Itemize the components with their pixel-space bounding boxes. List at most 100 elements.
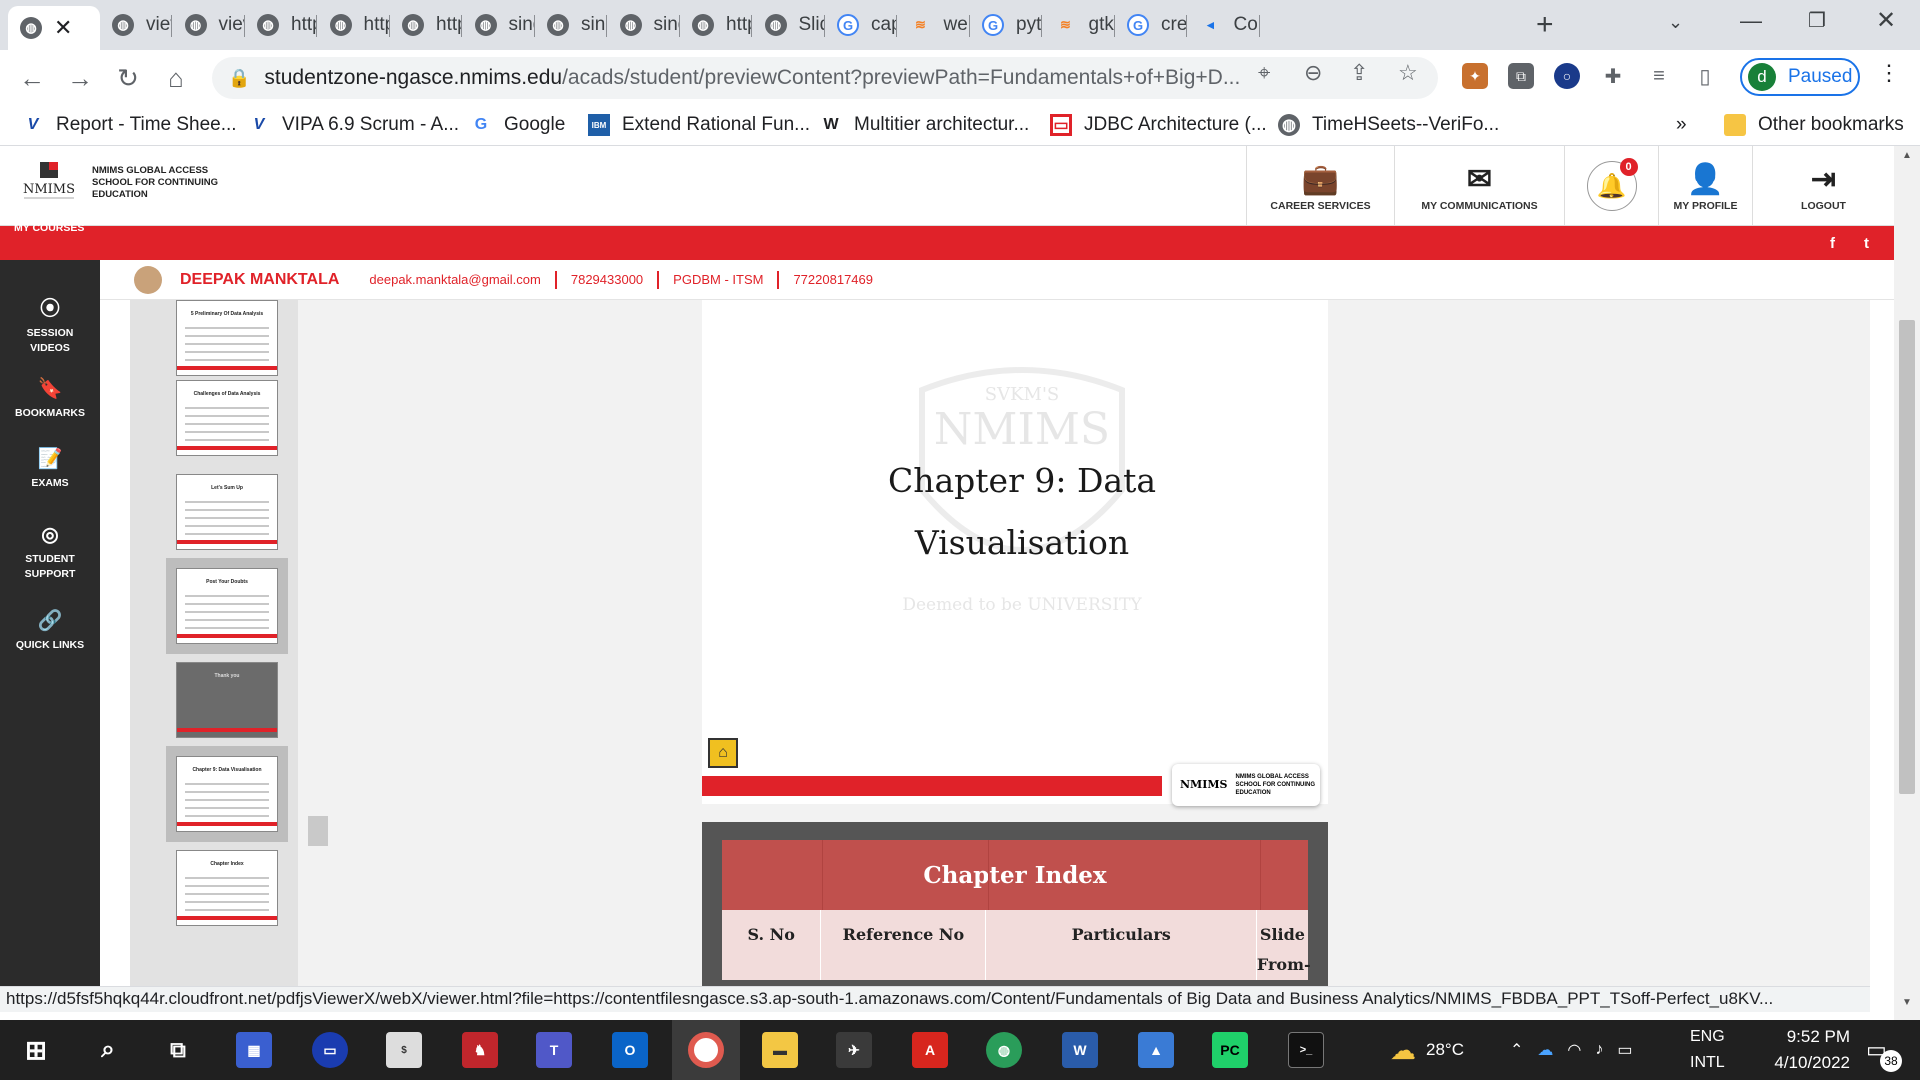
language-indicator[interactable]: ENG INTL: [1690, 1020, 1725, 1080]
star-icon[interactable]: ☆: [1398, 60, 1418, 86]
extensions-puzzle-icon[interactable]: ✚: [1600, 63, 1626, 89]
pycharm-icon[interactable]: PC: [1212, 1032, 1248, 1068]
bookmark-1[interactable]: V VIPA 6.9 Scrum - A...: [248, 114, 459, 136]
new-tab-button[interactable]: +: [1536, 8, 1554, 42]
close-window-button[interactable]: ✕: [1876, 6, 1896, 35]
thumbnail-scroll-handle[interactable]: [308, 816, 328, 846]
bookmark-0[interactable]: V Report - Time Shee...: [22, 114, 237, 136]
file-explorer-icon[interactable]: ▬: [762, 1032, 798, 1068]
app-globe-icon[interactable]: ◍: [986, 1032, 1022, 1068]
tab-13[interactable]: Gpytl: [970, 6, 1042, 44]
tab-8[interactable]: ◍ sing: [608, 6, 680, 44]
sidebar-student-support[interactable]: ◎ STUDENT SUPPORT: [0, 522, 100, 582]
tab-close-icon[interactable]: ✕: [54, 15, 72, 41]
slide-thumbnail[interactable]: Chapter 9: Data Visualisation: [166, 746, 288, 842]
home-button[interactable]: ⌂: [160, 62, 192, 94]
facebook-icon[interactable]: f: [1830, 235, 1835, 252]
extension-3-icon[interactable]: ○: [1554, 63, 1580, 89]
restore-button[interactable]: ❐: [1808, 8, 1826, 33]
tab-3[interactable]: ◍ http: [245, 6, 317, 44]
tab-10[interactable]: ◍ Slid: [753, 6, 825, 44]
twitter-icon[interactable]: t: [1864, 235, 1869, 252]
slide-thumbnail[interactable]: Let's Sum Up: [176, 474, 278, 550]
tab-16[interactable]: ◂ Cor: [1188, 6, 1260, 44]
profile-button[interactable]: d Paused: [1740, 58, 1860, 96]
thumbnail-panel[interactable]: 5 Preliminary Of Data Analysis Challenges…: [130, 300, 298, 986]
tab-7[interactable]: ◍ sing: [535, 6, 607, 44]
battery-icon[interactable]: ▭: [1617, 1040, 1632, 1060]
terminal-icon[interactable]: >_: [1288, 1032, 1324, 1068]
nav-my-communications[interactable]: ✉ MY COMMUNICATIONS: [1394, 146, 1564, 226]
extension-1-icon[interactable]: ✦: [1462, 63, 1488, 89]
extension-2-icon[interactable]: ⧉: [1508, 63, 1534, 89]
bookmarks-overflow[interactable]: »: [1676, 114, 1687, 136]
bookmark-2[interactable]: G Google: [470, 114, 566, 136]
zoom-icon[interactable]: ⊖: [1304, 60, 1322, 86]
location-icon[interactable]: ⌖: [1258, 60, 1270, 86]
tab-12[interactable]: ≋ wel: [898, 6, 970, 44]
teams-icon[interactable]: T: [536, 1032, 572, 1068]
media-control-icon[interactable]: ≡: [1646, 63, 1672, 89]
nav-career-services[interactable]: 💼 CAREER SERVICES: [1246, 146, 1394, 226]
forward-button[interactable]: →: [64, 62, 96, 94]
page-scrollbar[interactable]: ▲: [1894, 146, 1920, 986]
other-bookmarks[interactable]: Other bookmarks: [1724, 114, 1904, 136]
bookmark-5[interactable]: ▭ JDBC Architecture (...: [1050, 114, 1267, 136]
weather-widget[interactable]: ☁ 28°C: [1390, 1020, 1464, 1080]
clock[interactable]: 9:52 PM 4/10/2022: [1770, 1020, 1850, 1080]
outlook-icon[interactable]: O: [612, 1032, 648, 1068]
side-panel-icon[interactable]: ▯: [1692, 63, 1718, 89]
app-bird-icon[interactable]: ✈: [836, 1032, 872, 1068]
nav-logout[interactable]: ⇥ LOGOUT: [1752, 146, 1894, 226]
tab-2[interactable]: ◍ viev: [173, 6, 245, 44]
start-button[interactable]: ⊞: [18, 1032, 54, 1068]
chevron-up-icon[interactable]: ⌃: [1510, 1040, 1523, 1060]
app-grid-icon[interactable]: ▦: [236, 1032, 272, 1068]
menu-icon[interactable]: ⋮: [1878, 60, 1900, 86]
home-icon[interactable]: ⌂: [708, 738, 738, 768]
slide-thumbnail[interactable]: 5 Preliminary Of Data Analysis: [176, 300, 278, 376]
slide-thumbnail[interactable]: Post Your Doubts: [166, 558, 288, 654]
slide-thumbnail[interactable]: Thank you: [176, 662, 278, 738]
tab-4[interactable]: ◍ http: [318, 6, 390, 44]
tab-11[interactable]: Gcap: [825, 6, 897, 44]
word-icon[interactable]: W: [1062, 1032, 1098, 1068]
nav-my-profile[interactable]: 👤 MY PROFILE: [1658, 146, 1752, 226]
tab-1[interactable]: ◍ viev: [100, 6, 172, 44]
bookmark-3[interactable]: IBM Extend Rational Fun...: [588, 114, 810, 136]
tab-active[interactable]: ◍ ✕: [8, 6, 100, 50]
address-bar[interactable]: 🔒 studentzone-ngasce.nmims.edu/acads/stu…: [212, 57, 1438, 99]
sidebar-quick-links[interactable]: 🔗 QUICK LINKS: [0, 608, 100, 653]
volume-icon[interactable]: ♪: [1595, 1041, 1603, 1059]
search-icon[interactable]: ⌕: [90, 1032, 126, 1068]
bookmark-6[interactable]: ◍ TimeHSeets--VeriFo...: [1278, 114, 1499, 136]
sidebar-exams[interactable]: 📝 EXAMS: [0, 446, 100, 491]
tab-15[interactable]: Gcrea: [1115, 6, 1187, 44]
scroll-up-icon[interactable]: ▲: [1902, 150, 1912, 161]
minimize-button[interactable]: —: [1740, 8, 1762, 34]
app-antivirus-icon[interactable]: ♞: [462, 1032, 498, 1068]
my-courses-link[interactable]: MY COURSES: [14, 222, 84, 234]
app-invoice-icon[interactable]: $: [386, 1032, 422, 1068]
acrobat-icon[interactable]: A: [912, 1032, 948, 1068]
tab-search-icon[interactable]: ⌄: [1668, 12, 1683, 33]
app-bluebox-icon[interactable]: ▭: [312, 1032, 348, 1068]
tab-14[interactable]: ≋ gtk: [1043, 6, 1115, 44]
share-icon[interactable]: ⇪: [1350, 60, 1368, 86]
nav-notifications[interactable]: 🔔 0: [1564, 146, 1658, 226]
site-logo[interactable]: NMIMS NMIMS GLOBAL ACCESS SCHOOL FOR CON…: [20, 160, 222, 206]
notification-center[interactable]: ▭ 38: [1866, 1020, 1902, 1080]
slide-thumbnail[interactable]: Chapter Index: [176, 850, 278, 926]
tab-9[interactable]: ◍ http: [680, 6, 752, 44]
task-view-icon[interactable]: ⧉: [160, 1032, 196, 1068]
onedrive-icon[interactable]: ☁: [1537, 1040, 1553, 1060]
scroll-down-icon[interactable]: ▼: [1894, 986, 1920, 1020]
wifi-icon[interactable]: ◠: [1567, 1040, 1581, 1060]
tab-5[interactable]: ◍ http: [390, 6, 462, 44]
tab-6[interactable]: ◍ sing: [463, 6, 535, 44]
page-scroll-thumb[interactable]: [1899, 320, 1915, 794]
photos-icon[interactable]: ▲: [1138, 1032, 1174, 1068]
reload-button[interactable]: ↻: [112, 62, 144, 94]
sidebar-bookmarks[interactable]: 🔖 BOOKMARKS: [0, 376, 100, 421]
back-button[interactable]: ←: [16, 62, 48, 94]
